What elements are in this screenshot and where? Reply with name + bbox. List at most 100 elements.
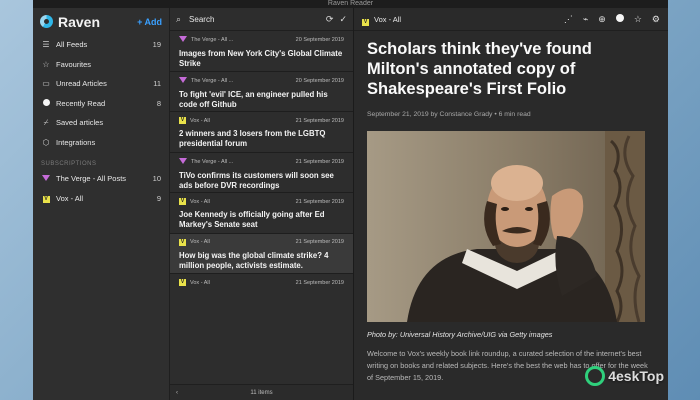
sidebar-item-label: Favourites [56,59,92,69]
sidebar-item-label: All Feeds [56,40,88,50]
sidebar-item-unread[interactable]: ▭ Unread Articles 11 [33,74,169,94]
mark-read-icon[interactable] [615,14,624,24]
sidebar-item-label: Integrations [56,137,96,147]
window-title: Raven Reader [33,0,668,8]
article-list: ⌕ Search ⟳ ✓ The Verge - All ... 20 Sept… [170,8,354,400]
vox-icon: V [179,238,186,246]
article-source: Vox - All [190,198,210,205]
sidebar-item-recently-read[interactable]: Recently Read 8 [33,94,169,114]
article-source: The Verge - All ... [191,158,234,165]
article-title: How big was the global climate strike? 4… [179,250,329,270]
share-icon[interactable]: ⋰ [564,14,573,25]
search-bar: ⌕ Search ⟳ ✓ [170,8,353,31]
add-label: Add [144,16,163,27]
article-source: The Verge - All ... [191,77,234,84]
globe-icon[interactable]: ⊕ [598,14,606,25]
refresh-icon[interactable]: ⟳ [326,14,334,25]
sidebar-item-integrations[interactable]: ⬡ Integrations [33,133,169,153]
article-source: Vox - All [190,117,210,124]
list-item[interactable]: The Verge - All ... 20 September 2019 Im… [170,31,353,72]
article-title: To fight 'evil' ICE, an engineer pulled … [179,89,328,109]
sidebar-item-saved[interactable]: ⌿ Saved articles [33,113,169,133]
sidebar-item-label: Vox - All [56,193,84,203]
article-title: Joe Kennedy is officially going after Ed… [179,210,325,229]
sidebar-item-label: The Verge - All Posts [56,174,127,184]
unread-icon: ▭ [42,79,50,89]
article-title: Images from New York City's Global Clima… [179,49,343,68]
article-date: 21 September 2019 [295,239,344,245]
list-icon: ☰ [42,40,50,50]
sidebar: Raven + Add ☰ All Feeds 19 ☆ Favourites … [33,8,170,400]
dot-icon [41,98,51,108]
list-item[interactable]: V Vox - All 21 September 2019 [170,274,353,315]
article-source: Vox - All [190,239,210,245]
plus-icon: + [137,16,143,27]
sidebar-item-favourites[interactable]: ☆ Favourites [33,55,169,75]
sidebar-item-count: 8 [156,98,161,108]
reader-feed-name: Vox - All [374,14,402,24]
list-footer: ‹ 11 items [170,384,353,400]
list-item[interactable]: The Verge - All ... 20 September 2019 To… [170,72,353,112]
star-icon[interactable]: ☆ [634,14,642,25]
sidebar-item-vox[interactable]: V Vox - All 9 [33,189,169,209]
watermark-ring-icon [585,366,606,386]
sidebar-item-count: 9 [156,193,161,203]
sidebar-item-label: Saved articles [56,118,104,128]
watermark-text: 4eskTop [608,368,664,384]
app-name: Raven [58,13,101,30]
verge-icon [41,174,51,183]
list-item[interactable]: The Verge - All ... 21 September 2019 Ti… [170,153,353,193]
reader-actions: ⋰ ⌁ ⊕ ☆ ⚙ [564,14,660,25]
sidebar-item-label: Unread Articles [56,79,107,89]
app-body: Raven + Add ☰ All Feeds 19 ☆ Favourites … [33,8,668,400]
vox-icon: V [362,19,369,26]
article-headline: Scholars think they've found Milton's an… [367,40,592,98]
list-item[interactable]: V Vox - All 21 September 2019 How big wa… [170,233,353,274]
article-title: TiVo confirms its customers will soon se… [179,170,334,190]
vox-icon: V [42,196,50,204]
bookmark-icon: ⌿ [43,117,49,127]
article-byline: September 21, 2019 by Constance Grady • … [367,111,531,118]
article-title: 2 winners and 3 losers from the LGBTQ pr… [179,129,326,148]
item-count: 11 items [250,389,273,396]
sidebar-header: Raven + Add [33,8,169,35]
sidebar-item-count: 19 [152,40,161,50]
verge-icon [179,36,187,44]
article-date: 20 September 2019 [295,77,344,84]
vox-icon: V [179,279,186,286]
sidebar-item-count: 11 [153,79,161,89]
search-icon: ⌕ [176,13,182,24]
app-window: Raven Reader Raven + Add ☰ All Feeds 19 … [33,0,668,400]
article-date: 21 September 2019 [295,198,344,205]
add-feed-button[interactable]: + Add [137,17,162,27]
sidebar-item-count: 10 [152,174,161,184]
article-source: The Verge - All ... [191,37,234,43]
sidebar-item-all-feeds[interactable]: ☰ All Feeds 19 [33,35,169,55]
box-icon: ⬡ [42,137,50,147]
reader-pane: V Vox - All ⋰ ⌁ ⊕ ☆ ⚙ Scholars think the… [354,8,668,400]
reader-toolbar: V Vox - All ⋰ ⌁ ⊕ ☆ ⚙ [354,8,668,31]
image-caption: Photo by: Universal History Archive/UIG … [367,330,553,339]
article-source: Vox - All [190,279,210,286]
article-date: 20 September 2019 [295,37,344,43]
list-item[interactable]: V Vox - All 21 September 2019 2 winners … [170,112,353,153]
article-date: 21 September 2019 [295,117,344,124]
article-date: 21 September 2019 [295,279,344,286]
mark-all-read-icon[interactable]: ✓ [339,14,347,25]
no-cover-icon[interactable]: ⌁ [583,14,588,25]
reader-content: Scholars think they've found Milton's an… [354,31,668,384]
article-date: 21 September 2019 [295,158,344,165]
search-input[interactable]: Search [189,15,214,24]
star-icon: ☆ [42,59,50,69]
shakespeare-portrait [367,131,645,322]
vox-icon: V [179,198,186,205]
gear-icon[interactable]: ⚙ [652,14,660,25]
raven-logo-icon [40,15,53,28]
list-item[interactable]: V Vox - All 21 September 2019 Joe Kenned… [170,193,353,234]
watermark: 4eskTop [585,366,664,386]
sidebar-item-label: Recently Read [56,98,106,108]
subscriptions-heading: SUBSCRIPTIONS [41,161,97,167]
list-tools: ⟳ ✓ [326,14,347,25]
verge-icon [179,157,187,166]
sidebar-item-verge[interactable]: The Verge - All Posts 10 [33,169,169,189]
